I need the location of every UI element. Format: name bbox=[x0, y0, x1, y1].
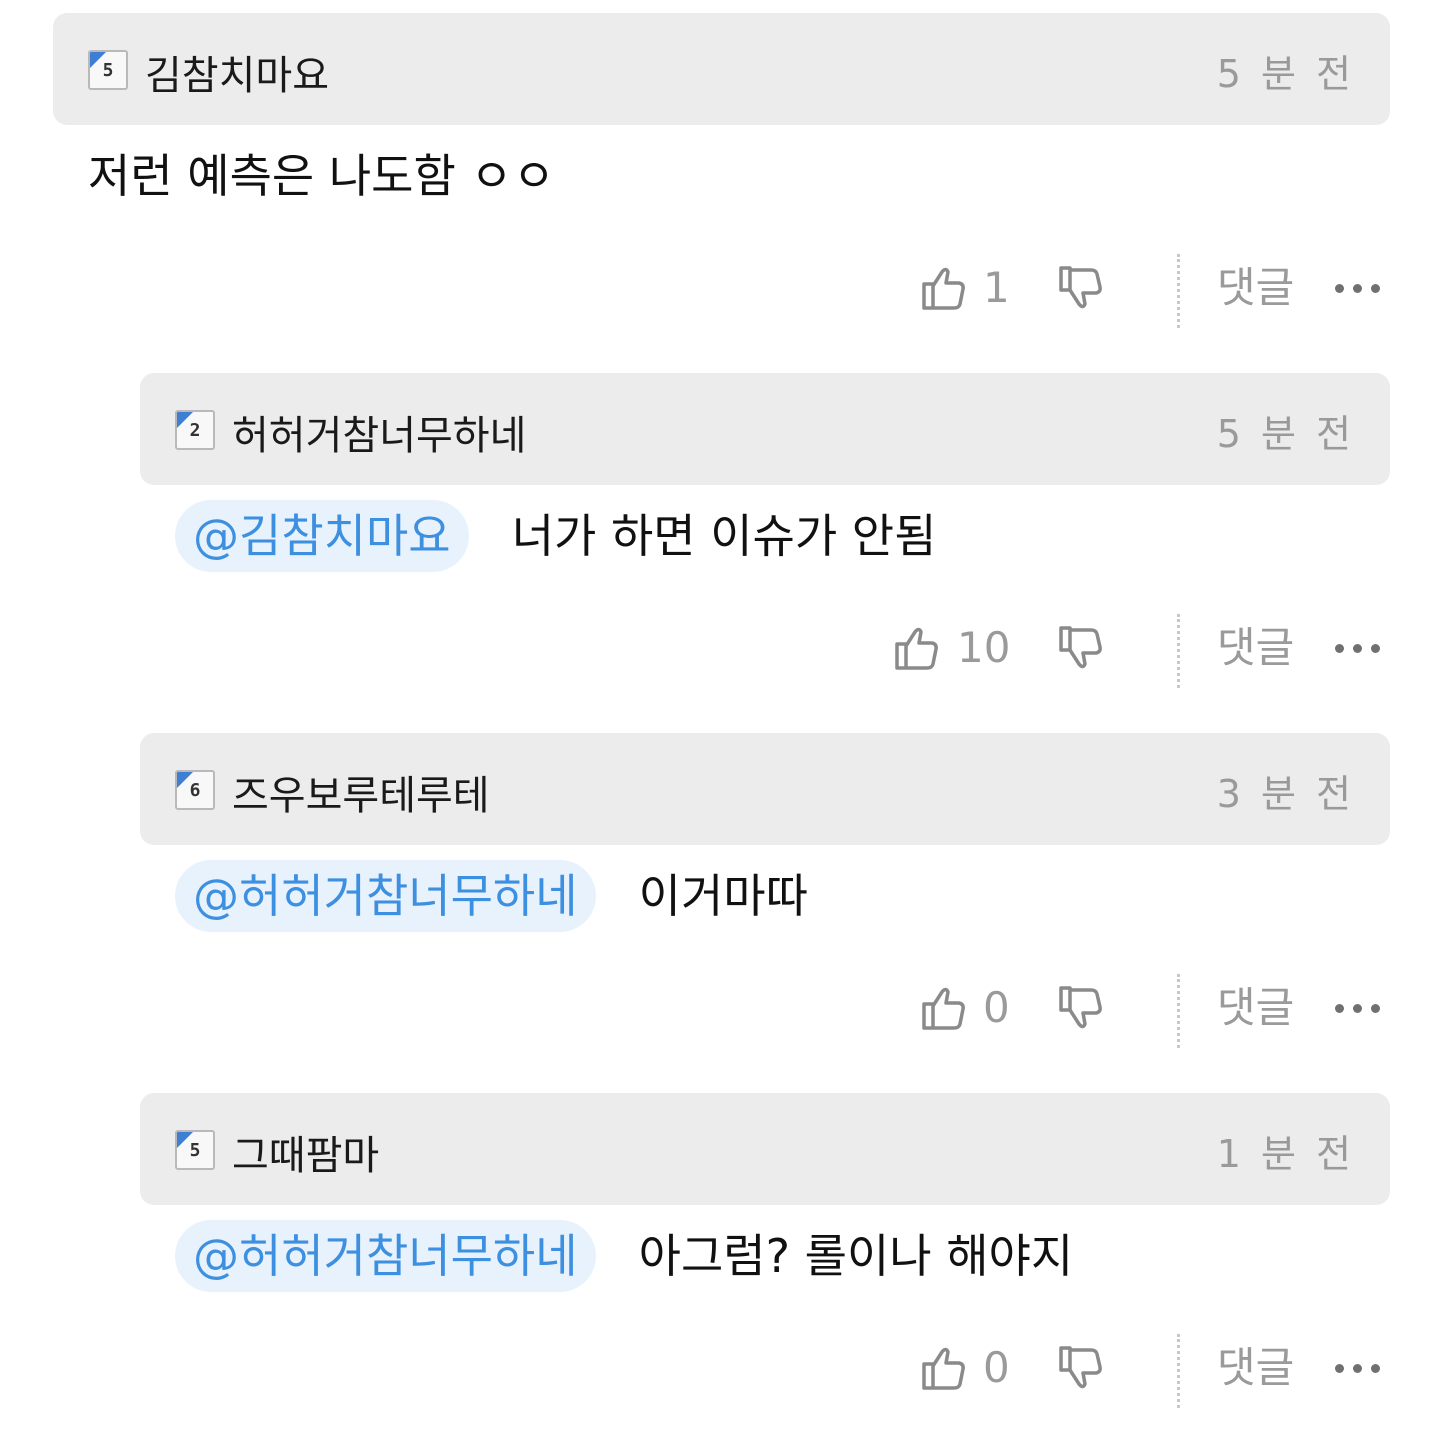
reply-comment: 5 그때팜마 1 분 전 @허허거참너무하네 아그럼? 롤이나 해야지 0 댓글 bbox=[0, 1080, 1440, 1433]
comment-header: 2 허허거참너무하네 5 분 전 bbox=[140, 373, 1390, 485]
more-dots-icon[interactable] bbox=[1335, 998, 1395, 1016]
reply-button[interactable]: 댓글 bbox=[1217, 980, 1294, 1036]
username[interactable]: 김참치마요 bbox=[145, 43, 329, 101]
thumbs-up-icon[interactable] bbox=[918, 262, 970, 314]
divider bbox=[1177, 614, 1180, 688]
comment-actions: 1 댓글 bbox=[0, 250, 1440, 330]
comment-body: 저런 예측은 나도함 ㅇㅇ bbox=[88, 140, 555, 230]
reply-button[interactable]: 댓글 bbox=[1217, 620, 1294, 676]
comment-actions: 0 댓글 bbox=[0, 1330, 1440, 1410]
like-count: 1 bbox=[983, 263, 1010, 312]
reply-comment: 2 허허거참너무하네 5 분 전 @김참치마요 너가 하면 이슈가 안됨 10 … bbox=[0, 360, 1440, 720]
level-badge-icon: 5 bbox=[175, 1130, 215, 1170]
mention-tag[interactable]: @김참치마요 bbox=[175, 500, 469, 572]
more-dots-icon[interactable] bbox=[1335, 278, 1395, 296]
divider bbox=[1177, 974, 1180, 1048]
divider bbox=[1177, 254, 1180, 328]
comment-text: 저런 예측은 나도함 ㅇㅇ bbox=[88, 149, 556, 203]
mention-tag[interactable]: @허허거참너무하네 bbox=[175, 860, 596, 932]
mention-tag[interactable]: @허허거참너무하네 bbox=[175, 1220, 596, 1292]
comment-body: @허허거참너무하네 아그럼? 롤이나 해야지 bbox=[175, 1220, 1073, 1310]
thumbs-down-icon[interactable] bbox=[1055, 982, 1107, 1034]
comment-actions: 10 댓글 bbox=[0, 610, 1440, 690]
divider bbox=[1177, 1334, 1180, 1408]
comment-header: 6 즈우보루테루테 3 분 전 bbox=[140, 733, 1390, 845]
thumbs-up-icon[interactable] bbox=[918, 982, 970, 1034]
thumbs-up-icon[interactable] bbox=[918, 1342, 970, 1394]
level-badge-icon: 2 bbox=[175, 410, 215, 450]
comment-text: 이거마따 bbox=[638, 869, 808, 923]
reply-comment: 6 즈우보루테루테 3 분 전 @허허거참너무하네 이거마따 0 댓글 bbox=[0, 720, 1440, 1080]
username[interactable]: 즈우보루테루테 bbox=[232, 763, 490, 821]
timestamp: 1 분 전 bbox=[1216, 1132, 1355, 1176]
thumbs-down-icon[interactable] bbox=[1055, 622, 1107, 674]
level-badge-icon: 5 bbox=[88, 50, 128, 90]
thumbs-down-icon[interactable] bbox=[1055, 1342, 1107, 1394]
like-count: 0 bbox=[983, 1343, 1010, 1392]
thumbs-up-icon[interactable] bbox=[891, 622, 943, 674]
level-badge-icon: 6 bbox=[175, 770, 215, 810]
timestamp: 3 분 전 bbox=[1216, 772, 1355, 816]
timestamp: 5 분 전 bbox=[1216, 52, 1355, 96]
comment-header: 5 김참치마요 5 분 전 bbox=[53, 13, 1390, 125]
like-count: 0 bbox=[983, 983, 1010, 1032]
username[interactable]: 허허거참너무하네 bbox=[232, 403, 526, 461]
comment-actions: 0 댓글 bbox=[0, 970, 1440, 1050]
more-dots-icon[interactable] bbox=[1335, 1358, 1395, 1376]
comment-body: @허허거참너무하네 이거마따 bbox=[175, 860, 808, 950]
username[interactable]: 그때팜마 bbox=[232, 1123, 379, 1181]
comment-body: @김참치마요 너가 하면 이슈가 안됨 bbox=[175, 500, 936, 590]
comment: 5 김참치마요 5 분 전 저런 예측은 나도함 ㅇㅇ 1 댓글 bbox=[0, 0, 1440, 360]
thumbs-down-icon[interactable] bbox=[1055, 262, 1107, 314]
comment-text: 너가 하면 이슈가 안됨 bbox=[511, 509, 937, 563]
comment-text: 아그럼? 롤이나 해야지 bbox=[638, 1229, 1074, 1283]
timestamp: 5 분 전 bbox=[1216, 412, 1355, 456]
reply-button[interactable]: 댓글 bbox=[1217, 260, 1294, 316]
more-dots-icon[interactable] bbox=[1335, 638, 1395, 656]
comment-header: 5 그때팜마 1 분 전 bbox=[140, 1093, 1390, 1205]
like-count: 10 bbox=[957, 623, 1011, 672]
reply-button[interactable]: 댓글 bbox=[1217, 1340, 1294, 1396]
